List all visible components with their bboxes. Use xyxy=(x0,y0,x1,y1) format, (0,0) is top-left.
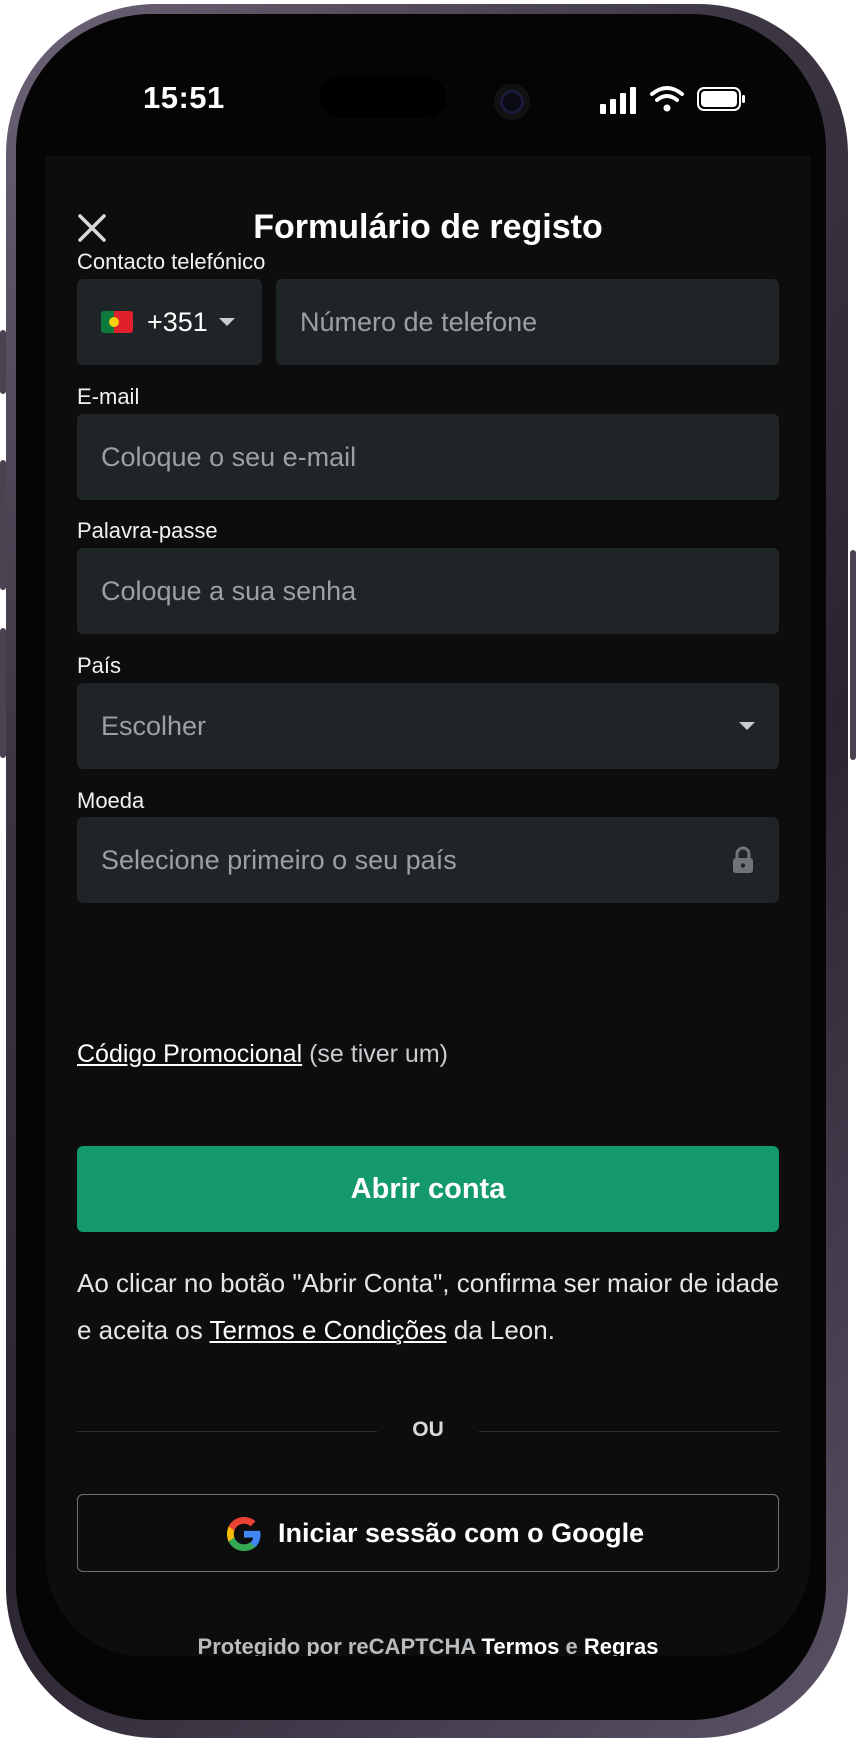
email-label: E-mail xyxy=(77,384,140,409)
chevron-down-icon xyxy=(219,318,235,326)
wifi-icon xyxy=(650,86,684,102)
country-placeholder: Escolher xyxy=(101,711,207,741)
front-camera xyxy=(494,84,530,120)
side-button xyxy=(0,628,6,758)
recaptcha-terms-link[interactable]: Termos xyxy=(482,1634,560,1656)
google-signin-button[interactable]: Iniciar sessão com o Google xyxy=(77,1494,779,1572)
google-signin-label: Iniciar sessão com o Google xyxy=(278,1518,645,1548)
email-placeholder: Coloque o seu e-mail xyxy=(101,442,357,472)
email-input[interactable]: Coloque o seu e-mail xyxy=(77,414,779,500)
open-account-button[interactable]: Abrir conta xyxy=(77,1146,779,1232)
promo-code-link[interactable]: Código Promocional xyxy=(77,1040,302,1068)
header: Formulário de registo xyxy=(46,196,810,256)
terms-text: Ao clicar no botão "Abrir Conta", confir… xyxy=(77,1260,779,1354)
dynamic-island xyxy=(320,76,446,118)
side-button xyxy=(0,330,6,394)
password-input[interactable]: Coloque a sua senha xyxy=(77,548,779,634)
side-button xyxy=(0,460,6,590)
terms-suffix: da Leon. xyxy=(446,1315,555,1345)
password-label: Palavra-passe xyxy=(77,518,218,543)
country-select[interactable]: Escolher xyxy=(77,683,779,769)
app-screen: Formulário de registo Contacto telefónic… xyxy=(46,156,810,1656)
phone-label: Contacto telefónico xyxy=(77,249,266,274)
portugal-flag-icon xyxy=(101,311,133,333)
divider-text: OU xyxy=(412,1418,444,1441)
divider-line-right xyxy=(479,1431,779,1432)
lock-icon xyxy=(733,846,753,873)
chevron-down-icon xyxy=(739,722,755,730)
recaptcha-rules-link[interactable]: Regras xyxy=(584,1634,659,1656)
recaptcha-and: e xyxy=(559,1634,584,1656)
battery-icon xyxy=(697,87,745,111)
recaptcha-notice: Protegido por reCAPTCHA Termos e Regras xyxy=(46,1634,810,1656)
wifi-dot xyxy=(663,104,671,112)
status-time: 15:51 xyxy=(143,80,225,115)
currency-select: Selecione primeiro o seu país xyxy=(77,817,779,903)
signal-icon xyxy=(600,87,636,114)
promo-code-row: Código Promocional (se tiver um) xyxy=(77,1040,448,1069)
country-code-value: +351 xyxy=(147,307,208,337)
currency-label: Moeda xyxy=(77,788,145,813)
phone-placeholder: Número de telefone xyxy=(300,307,538,337)
side-button xyxy=(850,550,856,760)
country-code-select[interactable]: +351 xyxy=(77,279,262,365)
status-icons xyxy=(600,86,745,114)
phone-input[interactable]: Número de telefone xyxy=(276,279,779,365)
page-title: Formulário de registo xyxy=(253,208,603,246)
promo-code-suffix: (se tiver um) xyxy=(302,1040,448,1068)
recaptcha-prefix: Protegido por reCAPTCHA xyxy=(197,1634,482,1656)
currency-placeholder: Selecione primeiro o seu país xyxy=(101,845,457,875)
terms-link[interactable]: Termos e Condições xyxy=(210,1315,447,1345)
password-placeholder: Coloque a sua senha xyxy=(101,576,357,606)
country-label: País xyxy=(77,653,122,678)
google-icon xyxy=(227,1517,261,1551)
